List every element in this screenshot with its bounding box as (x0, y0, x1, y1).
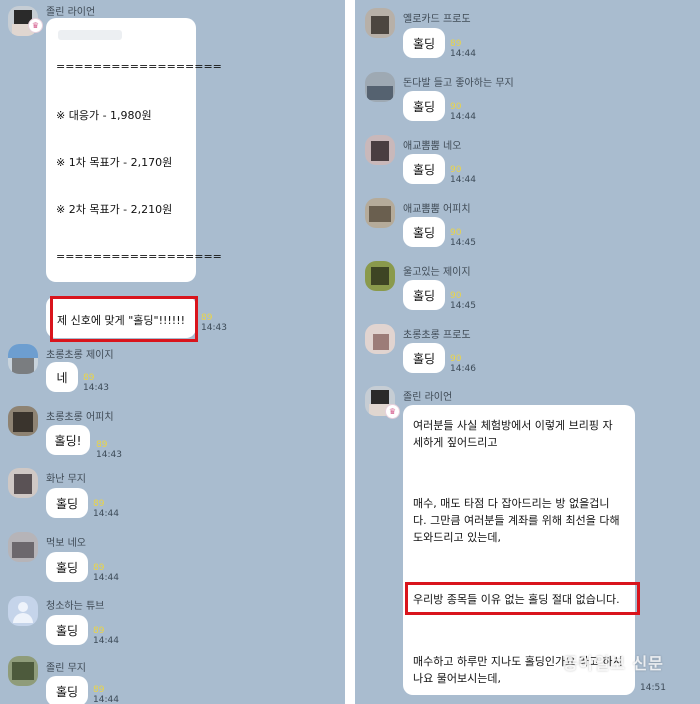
message-time: 14:44 (93, 695, 119, 704)
read-count: 89 (93, 563, 105, 573)
sender-name: 애교뽐뿜 네오 (403, 141, 462, 152)
message-meta: 89 14:44 (93, 563, 119, 583)
avatar[interactable] (8, 532, 38, 562)
message-meta: 90 14:46 (450, 354, 476, 374)
sender-name: 청소하는 튜브 (46, 601, 105, 612)
message-bubble[interactable]: 홀딩 (46, 676, 88, 704)
sender-name: 졸린 라이언 (403, 392, 453, 403)
avatar[interactable] (365, 8, 395, 38)
message-line: ================== (56, 60, 222, 73)
message-time: 14:44 (93, 509, 119, 519)
message-meta: 90 14:45 (450, 228, 476, 248)
read-count: 90 (450, 291, 462, 301)
message-meta: 89 14:43 (201, 313, 227, 333)
message-meta: 90 14:44 (450, 165, 476, 185)
avatar[interactable] (8, 468, 38, 498)
read-count: 89 (93, 685, 105, 695)
left-chat-panel: ♛ 졸린 라이언 ================== ※ 대응가 - 1,98… (0, 0, 345, 704)
read-count: 89 (96, 440, 108, 450)
message-bubble[interactable]: 홀딩 (403, 217, 445, 247)
message-bubble[interactable]: 홀딩 (403, 28, 445, 58)
message-meta: 89 14:44 (450, 39, 476, 59)
message-bubble[interactable]: 네 (46, 362, 78, 392)
message-line: 매수, 매도 타점 다 잡아드리는 방 없을겁니 (413, 497, 610, 510)
message-meta: 14:51 (640, 683, 666, 693)
avatar[interactable] (8, 656, 38, 686)
message-line: 나요 물어보시는데, (413, 672, 501, 685)
message-bubble[interactable]: 홀딩 (403, 154, 445, 184)
message-bubble[interactable]: 홀딩 (46, 552, 88, 582)
message-line: 도와드리고 있는데, (413, 531, 501, 544)
message-time: 14:44 (450, 49, 476, 59)
message-bubble[interactable]: 홀딩 (403, 91, 445, 121)
highlighted-text: 우리방 종목들 이유 없는 홀딩 절대 없습니다. (413, 593, 620, 606)
message-line: ================== (56, 250, 222, 263)
crown-badge-icon: ♛ (28, 18, 43, 33)
sender-name: 초롱초롱 프로도 (403, 330, 471, 341)
message-meta: 89 14:44 (93, 685, 119, 704)
message-line: 세하게 짚어드리고 (413, 436, 498, 449)
message-bubble[interactable]: 홀딩 (403, 343, 445, 373)
read-count: 89 (450, 39, 462, 49)
message-time: 14:43 (83, 383, 109, 393)
message-bubble[interactable]: 홀딩 (46, 615, 88, 645)
read-count: 89 (83, 373, 95, 383)
avatar[interactable] (365, 198, 395, 228)
default-avatar-icon[interactable] (8, 596, 38, 626)
message-line: ※ 2차 목표가 - 2,210원 (56, 203, 173, 216)
message-line: ※ 1차 목표가 - 2,170원 (56, 156, 173, 169)
sender-name: 졸린 무지 (46, 663, 86, 674)
sender-name: 울고있는 제이지 (403, 267, 471, 278)
avatar[interactable] (365, 324, 395, 354)
message-time: 14:46 (450, 364, 476, 374)
avatar[interactable] (8, 344, 38, 374)
message-time: 14:51 (640, 683, 666, 693)
message-time: 14:44 (93, 573, 119, 583)
message-time: 14:45 (450, 238, 476, 248)
message-meta: 89 14:43 (83, 373, 109, 393)
message-line: 여러분들 사실 체험방에서 이렇게 브리핑 자 (413, 419, 613, 432)
message-meta: 89 14:44 (93, 626, 119, 646)
read-count: 90 (450, 165, 462, 175)
message-bubble[interactable]: 홀딩! (46, 425, 90, 455)
read-count: 90 (450, 228, 462, 238)
sender-name: 졸린 라이언 (46, 7, 96, 18)
avatar[interactable] (365, 261, 395, 291)
message-bubble[interactable]: 홀딩 (46, 488, 88, 518)
avatar[interactable] (365, 72, 395, 102)
message-meta: 90 14:44 (450, 102, 476, 122)
message-time: 14:44 (93, 636, 119, 646)
message-time: 14:43 (96, 450, 122, 460)
sender-name: 돈다발 들고 좋아하는 무지 (403, 78, 514, 89)
message-meta: 89 14:44 (93, 499, 119, 519)
crown-badge-icon: ♛ (385, 404, 400, 419)
blurred-text (58, 30, 122, 40)
message-time: 14:43 (201, 323, 227, 333)
read-count: 90 (450, 354, 462, 364)
sender-name: 애교뽐뿜 어피치 (403, 204, 471, 215)
message-time: 14:45 (450, 301, 476, 311)
sender-name: 초롱초롱 제이지 (46, 350, 114, 361)
message-meta: 90 14:45 (450, 291, 476, 311)
sender-name: 먹보 네오 (46, 538, 86, 549)
newspaper-watermark: 동아일보 신문 (563, 654, 664, 673)
sender-name: 초롱초롱 어피치 (46, 412, 114, 423)
sender-name: 옐로카드 프로도 (403, 14, 471, 25)
message-line: 다. 그만큼 여러분들 계좌를 위해 최선을 다해 (413, 514, 620, 527)
read-count: 89 (93, 626, 105, 636)
sender-name: 화난 무지 (46, 474, 86, 485)
avatar[interactable] (8, 406, 38, 436)
message-bubble[interactable]: ================== ※ 대응가 - 1,980원 ※ 1차 목… (46, 18, 222, 282)
highlighted-text: 제 신호에 맞게 "홀딩"!!!!!! (57, 314, 186, 327)
avatar[interactable] (365, 135, 395, 165)
right-chat-panel: 옐로카드 프로도 홀딩 89 14:44 돈다발 들고 좋아하는 무지 홀딩 9… (355, 0, 700, 704)
message-bubble[interactable]: 홀딩 (403, 280, 445, 310)
message-time: 14:44 (450, 112, 476, 122)
message-time: 14:44 (450, 175, 476, 185)
read-count: 89 (201, 313, 213, 323)
read-count: 90 (450, 102, 462, 112)
message-line: ※ 대응가 - 1,980원 (56, 109, 152, 122)
message-meta: 89 14:43 (96, 440, 122, 460)
read-count: 89 (93, 499, 105, 509)
